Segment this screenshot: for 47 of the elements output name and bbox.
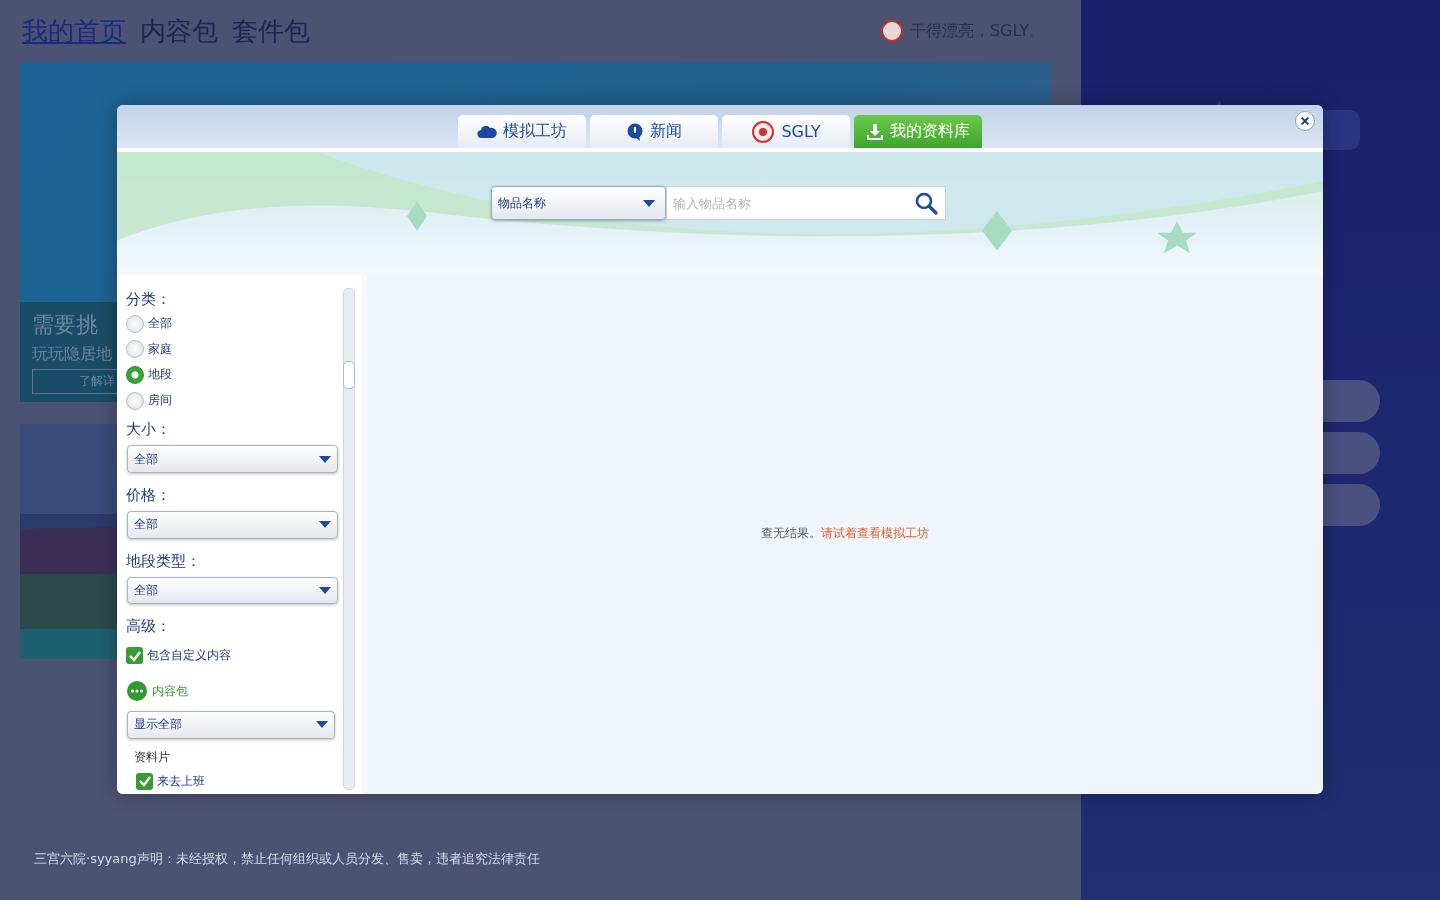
empty-message: 查无结果。 bbox=[761, 525, 821, 542]
radio-button[interactable] bbox=[126, 340, 144, 359]
more-icon bbox=[126, 680, 148, 703]
caret-icon bbox=[643, 199, 655, 207]
radio-button[interactable] bbox=[126, 314, 144, 333]
caret-icon bbox=[316, 721, 328, 729]
close-icon bbox=[1300, 116, 1310, 126]
chat-bubble-icon bbox=[626, 122, 644, 141]
filter-dropdown[interactable]: 全部 bbox=[127, 576, 338, 605]
radio-button[interactable] bbox=[126, 366, 144, 384]
filter-label: 价格： bbox=[126, 484, 172, 506]
cloud-icon bbox=[477, 124, 497, 139]
filter-label: 高级： bbox=[126, 616, 172, 638]
checkbox[interactable] bbox=[136, 772, 153, 790]
radio-button[interactable] bbox=[126, 391, 144, 410]
close-button[interactable] bbox=[1295, 111, 1315, 131]
pack-dropdown[interactable]: 显示全部 bbox=[127, 711, 335, 739]
dialog-tab[interactable]: SGLY bbox=[722, 115, 850, 148]
option-label: 地段 bbox=[148, 366, 172, 384]
promo-subtitle: 玩玩隐居地 bbox=[32, 344, 112, 365]
filter-label: 分类： bbox=[126, 289, 172, 310]
search-icon bbox=[914, 191, 938, 215]
caret-icon bbox=[319, 586, 331, 594]
option-label: 包含自定义内容 bbox=[147, 647, 231, 665]
section-label: 资料片 bbox=[134, 748, 171, 766]
dialog-tab[interactable]: 模拟工坊 bbox=[458, 115, 586, 148]
pack-label: 内容包 bbox=[152, 682, 188, 700]
dialog-tab[interactable]: 新闻 bbox=[590, 115, 718, 148]
promo-title: 需要挑 bbox=[32, 311, 98, 339]
seal-logo-icon bbox=[751, 119, 776, 144]
scrollbar[interactable] bbox=[343, 288, 355, 790]
caret-icon bbox=[319, 521, 331, 529]
search-scope-dropdown[interactable]: 物品名称 bbox=[491, 186, 666, 220]
option-label: 全部 bbox=[148, 315, 172, 333]
footer-notice: 三宫六院·syyang声明：未经授权，禁止任何组织或人员分发、售卖，违者追究法律责任 bbox=[33, 850, 541, 868]
filter-label: 大小： bbox=[126, 419, 172, 441]
checkbox[interactable] bbox=[126, 647, 143, 665]
filter-dropdown[interactable]: 全部 bbox=[127, 510, 338, 539]
option-label: 来去上班 bbox=[157, 772, 205, 790]
filter-dropdown[interactable]: 全部 bbox=[127, 445, 338, 473]
download-icon bbox=[866, 122, 884, 141]
filter-label: 地段类型： bbox=[126, 550, 202, 572]
search-field[interactable]: 输入物品名称 bbox=[666, 186, 946, 220]
option-label: 家庭 bbox=[148, 340, 172, 358]
avatar-icon bbox=[879, 19, 904, 43]
option-label: 房间 bbox=[148, 392, 172, 410]
caret-icon bbox=[319, 455, 331, 463]
